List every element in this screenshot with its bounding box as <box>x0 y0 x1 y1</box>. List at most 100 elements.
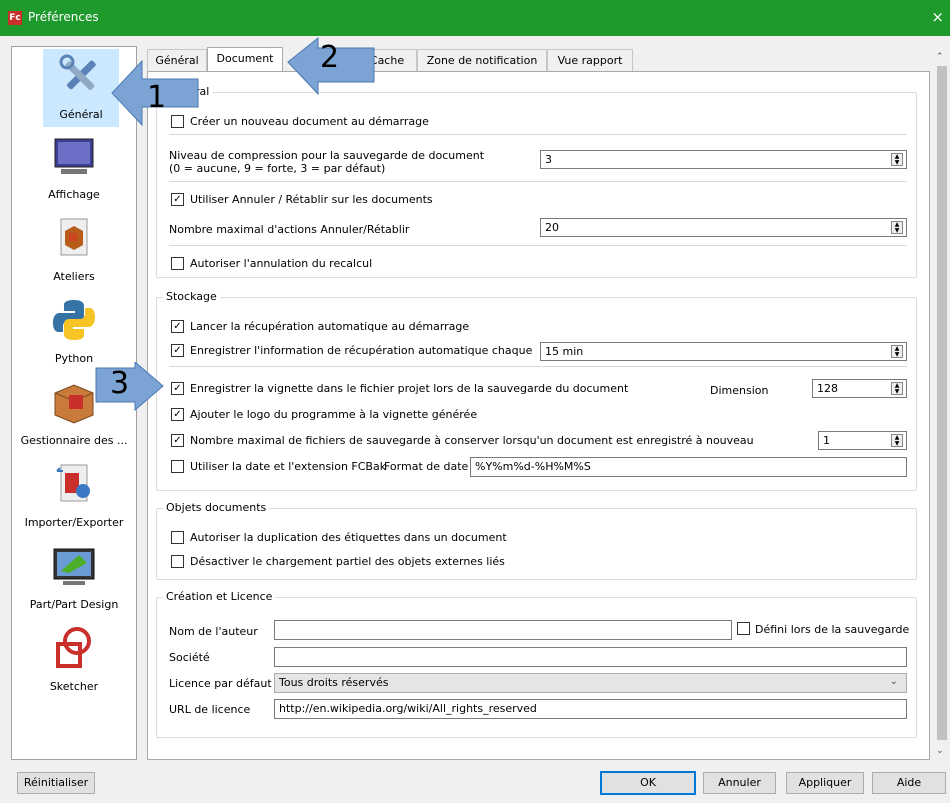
add-logo-label: Ajouter le logo du programme à la vignet… <box>190 408 478 421</box>
undo-redo-label: Utiliser Annuler / Rétablir sur les docu… <box>190 193 433 206</box>
vertical-scrollbar[interactable]: ⌃ ⌄ <box>934 48 950 760</box>
sidebar-item-label: Gestionnaire des ... <box>20 434 128 447</box>
set-on-save-checkbox[interactable] <box>737 622 750 635</box>
spinbox-value: 20 <box>545 221 559 234</box>
callout-number-1: 1 <box>147 80 167 115</box>
callout-arrow-3 <box>95 362 164 412</box>
sidebar-item-label: Part/Part Design <box>29 598 119 611</box>
sidebar-item-display[interactable]: Affichage <box>12 133 136 205</box>
save-recovery-checkbox[interactable]: ✓ <box>171 344 184 357</box>
ok-button[interactable]: OK <box>600 771 696 795</box>
separator <box>169 366 907 367</box>
separator <box>169 245 907 246</box>
company-input[interactable] <box>274 647 907 667</box>
partial-load-label: Désactiver le chargement partiel des obj… <box>190 555 505 568</box>
sketcher-icon <box>56 627 91 668</box>
spinbox-value: 128 <box>817 382 838 395</box>
group-title: Objets documents <box>163 501 270 514</box>
sidebar-item-label: Sketcher <box>49 680 99 693</box>
default-license-label: Licence par défaut <box>169 677 272 690</box>
create-new-doc-label: Créer un nouveau document au démarrage <box>190 115 429 128</box>
sidebar-item-workbenches[interactable]: Ateliers <box>12 215 136 287</box>
auto-recovery-label: Lancer la récupération automatique au dé… <box>190 320 470 333</box>
max-backups-spinbox[interactable]: 1 ▲ ▼ <box>818 431 907 450</box>
company-label: Société <box>169 651 210 664</box>
compression-hint: (0 = aucune, 9 = forte, 3 = par défaut) <box>169 162 386 175</box>
spinbox-value: 1 <box>823 434 830 447</box>
apply-button[interactable]: Appliquer <box>786 772 864 794</box>
spin-arrows-icon[interactable]: ▲ ▼ <box>891 345 903 358</box>
monitor-icon <box>54 138 94 174</box>
storage-group: Stockage ✓ Lancer la récupération automa… <box>156 290 917 491</box>
undo-redo-checkbox[interactable]: ✓ <box>171 193 184 206</box>
save-thumbnail-label: Enregistrer la vignette dans le fichier … <box>190 382 629 395</box>
max-backups-checkbox[interactable]: ✓ <box>171 434 184 447</box>
sidebar-item-import-export[interactable]: Importer/Exporter <box>12 461 136 533</box>
use-date-checkbox[interactable] <box>171 460 184 473</box>
separator <box>169 134 907 135</box>
duplicate-labels-checkbox[interactable] <box>171 531 184 544</box>
sidebar-item-part-design[interactable]: Part/Part Design <box>12 543 136 615</box>
addon-box-icon <box>54 384 94 424</box>
callout-number-2: 2 <box>320 40 340 75</box>
compression-spinbox[interactable]: 3 ▲ ▼ <box>540 150 907 169</box>
license-url-input[interactable]: http://en.wikipedia.org/wiki/All_rights_… <box>274 699 907 719</box>
sidebar-item-label: Ateliers <box>53 270 95 283</box>
sidebar-item-python[interactable]: Python <box>12 297 136 369</box>
group-title: Création et Licence <box>163 590 276 603</box>
group-title: Stockage <box>163 290 220 303</box>
python-icon <box>53 300 95 340</box>
scroll-down-icon[interactable]: ⌄ <box>936 746 944 756</box>
auto-recovery-checkbox[interactable]: ✓ <box>171 320 184 333</box>
sidebar-item-label: Importer/Exporter <box>24 516 124 529</box>
set-on-save-label: Défini lors de la sauvegarde <box>755 623 910 636</box>
allow-recompute-undo-label: Autoriser l'annulation du recalcul <box>190 257 373 270</box>
duplicate-labels-label: Autoriser la duplication des étiquettes … <box>190 531 507 544</box>
date-format-label: Format de date <box>384 460 469 473</box>
callout-number-3: 3 <box>110 366 130 401</box>
general-group: Général Créer un nouveau document au dém… <box>156 85 917 278</box>
license-url-label: URL de licence <box>169 703 251 716</box>
spin-arrows-icon[interactable]: ▲ ▼ <box>891 434 903 447</box>
save-recovery-label: Enregistrer l'information de récupératio… <box>190 344 533 357</box>
allow-recompute-undo-checkbox[interactable] <box>171 257 184 270</box>
title-bar: Fc Préférences × <box>0 0 950 36</box>
tab-notification-area[interactable]: Zone de notification <box>417 49 547 71</box>
chevron-down-icon: ⌄ <box>889 676 898 687</box>
save-recovery-interval-spinbox[interactable]: 15 min ▲ ▼ <box>540 342 907 361</box>
dimension-label: Dimension <box>710 384 769 397</box>
default-license-select[interactable]: Tous droits réservés ⌄ <box>274 673 907 693</box>
tab-document[interactable]: Document <box>207 47 283 71</box>
save-thumbnail-checkbox[interactable]: ✓ <box>171 382 184 395</box>
part-design-icon <box>53 548 95 585</box>
compression-label: Niveau de compression pour la sauvegarde… <box>169 149 485 162</box>
max-undo-spinbox[interactable]: 20 ▲ ▼ <box>540 218 907 237</box>
author-input[interactable] <box>274 620 732 640</box>
spin-arrows-icon[interactable]: ▲ ▼ <box>891 153 903 166</box>
sidebar-item-sketcher[interactable]: Sketcher <box>12 625 136 697</box>
scrollbar-thumb[interactable] <box>937 66 947 740</box>
help-button[interactable]: Aide <box>872 772 946 794</box>
import-export-icon <box>56 464 90 502</box>
date-format-input[interactable]: %Y%m%d-%H%M%S <box>470 457 907 477</box>
tab-report-view[interactable]: Vue rapport <box>547 49 633 71</box>
close-button[interactable]: × <box>931 8 944 26</box>
cancel-button[interactable]: Annuler <box>703 772 776 794</box>
sidebar-item-general[interactable]: Général <box>43 49 119 127</box>
spin-arrows-icon[interactable]: ▲ ▼ <box>891 382 903 395</box>
add-logo-checkbox[interactable]: ✓ <box>171 408 184 421</box>
spin-arrows-icon[interactable]: ▲ ▼ <box>891 221 903 234</box>
scroll-up-icon[interactable]: ⌃ <box>936 52 944 62</box>
author-label: Nom de l'auteur <box>169 625 258 638</box>
dialog-button-bar: Réinitialiser OK Annuler Appliquer Aide <box>0 762 950 803</box>
document-tab-page: Général Créer un nouveau document au dém… <box>147 71 930 760</box>
reset-button[interactable]: Réinitialiser <box>17 772 95 794</box>
dimension-spinbox[interactable]: 128 ▲ ▼ <box>812 379 907 398</box>
partial-load-checkbox[interactable] <box>171 555 184 568</box>
select-value: Tous droits réservés <box>279 676 389 689</box>
workbench-icon <box>60 218 88 256</box>
window-title: Préférences <box>28 10 99 24</box>
use-date-label: Utiliser la date et l'extension FCBak <box>190 460 387 473</box>
creation-license-group: Création et Licence Nom de l'auteur Défi… <box>156 590 917 738</box>
max-backups-label: Nombre maximal de fichiers de sauvegarde… <box>190 434 754 447</box>
